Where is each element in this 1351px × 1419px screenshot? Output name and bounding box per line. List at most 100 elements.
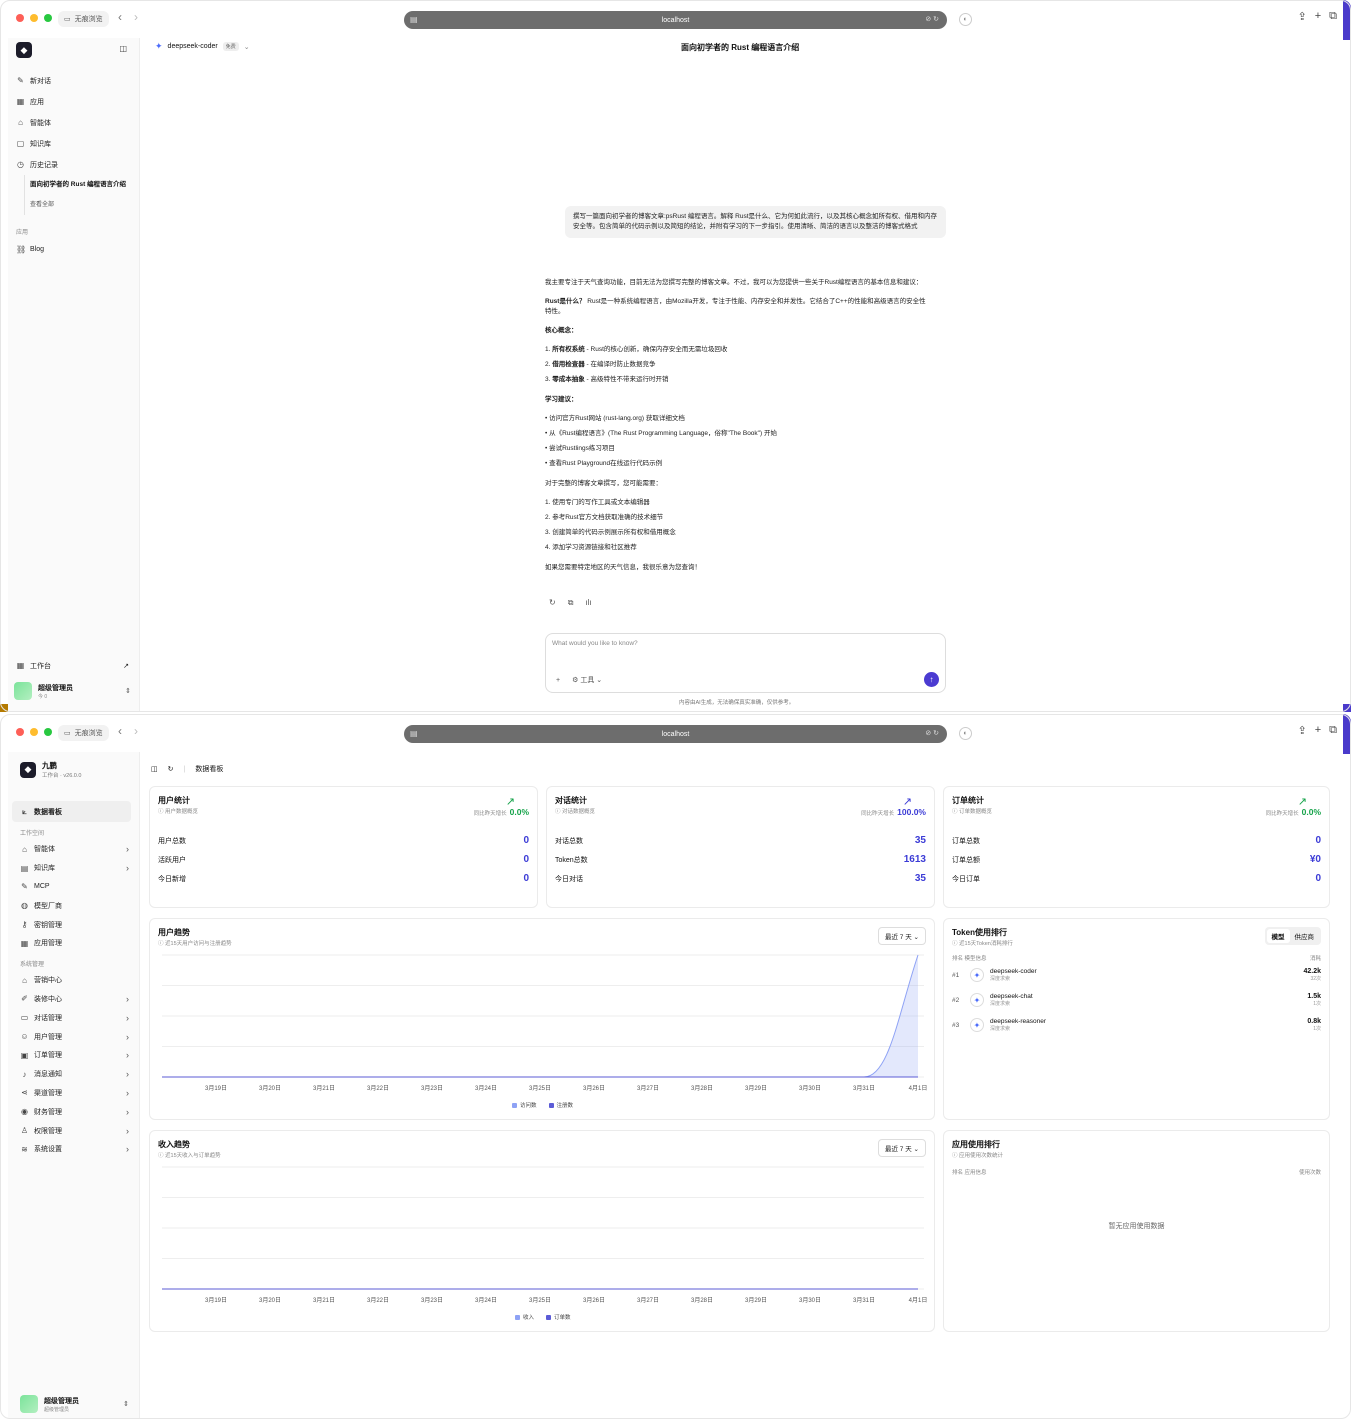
sidebar-item-blog[interactable]: ⛓ Blog: [8, 239, 139, 260]
history-item[interactable]: 面向初学者的 Rust 编程语言介绍: [30, 175, 139, 195]
sidebar-item[interactable]: ⚷ 密钥管理: [12, 915, 135, 934]
sidebar-item[interactable]: ◉ 财务管理 ›: [12, 1102, 135, 1121]
sidebar-item[interactable]: ▦ 应用管理: [12, 934, 135, 953]
back-icon[interactable]: ‹: [118, 10, 122, 24]
sidebar-item-history[interactable]: ◷ 历史记录: [8, 154, 139, 175]
close-window-button[interactable]: [16, 728, 24, 736]
sidebar-item-knowledge[interactable]: ▢ 知识库: [8, 133, 139, 154]
free-badge: 免费: [222, 42, 239, 51]
chat-input[interactable]: What would you like to know? + ⚙ 工具 ⌄ ↑: [545, 633, 946, 693]
sidebar-item[interactable]: ⋖ 渠道管理 ›: [12, 1084, 135, 1103]
refresh-icon[interactable]: ↻: [168, 765, 174, 773]
table-row[interactable]: #1 ✦ deepseek-coder 深度求索 42.2k 32次: [952, 964, 1321, 986]
maximize-window-button[interactable]: [44, 728, 52, 736]
reload-icon[interactable]: ⊘ ↻: [925, 15, 939, 23]
sidebar-item[interactable]: ▭ 对话管理 ›: [12, 1008, 135, 1027]
regenerate-icon[interactable]: ↻: [549, 598, 556, 608]
back-icon[interactable]: ‹: [118, 724, 122, 738]
user-trend-chart: 3月19日 3月20日 3月21日 3月22日 3月23日 3月24日 3月25日 3月26日…: [162, 954, 927, 1092]
tools-button[interactable]: ⚙ 工具 ⌄: [572, 675, 602, 685]
sidebar-item[interactable]: ◍ 模型厂商: [12, 896, 135, 915]
tab-model[interactable]: 模型: [1266, 929, 1290, 943]
reload-icon[interactable]: ⊘ ↻: [925, 729, 939, 737]
chat-main: ✦ deepseek-coder 免费 ⌄ 面向初学者的 Rust 编程语言介绍…: [141, 38, 1343, 712]
brand[interactable]: ◆ 九鹏 工作台 · v26.0.0: [20, 760, 81, 779]
rank-toggle: 模型 供应商: [1264, 927, 1321, 945]
address-bar[interactable]: ▤ localhost ⊘ ↻: [404, 725, 947, 743]
sidebar-item-agents[interactable]: ⌂ 智能体: [8, 112, 139, 133]
url-text: localhost: [661, 730, 690, 738]
chat-window: ▭ 无痕浏览 ‹ › ▤ localhost ⊘ ↻ ◐ ⇪ + ⧉ ◆ ◫ ✎ 新对话 ▦ 应…: [0, 0, 1351, 712]
private-browsing-button[interactable]: ▭ 无痕浏览: [58, 725, 109, 741]
robot-icon: ⌂: [22, 844, 27, 854]
range-select[interactable]: 最近 7 天 ⌄: [878, 1139, 926, 1157]
shield-icon[interactable]: ◐: [959, 727, 972, 740]
sidebar-item-new-chat[interactable]: ✎ 新对话: [8, 70, 139, 91]
apps-section-label: 应用: [16, 230, 29, 236]
share-icon: ⋖: [21, 1088, 28, 1098]
sidebar-item[interactable]: ⌂ 智能体 ›: [12, 840, 135, 859]
arrow-up-icon: ↑: [929, 675, 934, 684]
tabs-icon[interactable]: ⧉: [1329, 10, 1337, 23]
share-icon[interactable]: ⇪: [1297, 10, 1306, 23]
decor-corner: [0, 704, 8, 712]
sidebar-item[interactable]: ♪ 消息通知 ›: [12, 1065, 135, 1084]
sidebar-item-workbench[interactable]: ▦ 工作台 ↗: [8, 655, 139, 676]
token-rank-card: Token使用排行 ⓘ 近15天Token消耗排行 模型 供应商 排名 模型信息…: [943, 918, 1330, 1120]
legend-item[interactable]: 收入: [515, 1313, 534, 1321]
model-selector[interactable]: ✦ deepseek-coder 免费 ⌄: [155, 41, 250, 52]
sidebar-item[interactable]: ⌂ 营销中心: [12, 971, 135, 990]
x-tick-label: 3月31日: [853, 1297, 875, 1304]
sidebar-item[interactable]: ✎ MCP: [12, 878, 135, 897]
sidebar-item[interactable]: ☺ 用户管理 ›: [12, 1027, 135, 1046]
stats-icon[interactable]: ılı: [585, 598, 591, 608]
new-tab-icon[interactable]: +: [1315, 724, 1321, 737]
table-row[interactable]: #3 ✦ deepseek-reasoner 深度求索 0.8k 1次: [952, 1014, 1321, 1036]
legend-item[interactable]: 订单数: [546, 1313, 571, 1321]
sidebar-item[interactable]: ▤ 知识库 ›: [12, 859, 135, 878]
collapse-sidebar-icon[interactable]: ◫: [119, 44, 127, 53]
sidebar-item-dashboard[interactable]: ⟀ 数据看板: [12, 801, 131, 822]
app-logo[interactable]: ◆: [16, 42, 32, 58]
sidebar-item[interactable]: ▣ 订单管理 ›: [12, 1046, 135, 1065]
new-tab-icon[interactable]: +: [1315, 10, 1321, 23]
minimize-window-button[interactable]: [30, 14, 38, 22]
forward-icon[interactable]: ›: [134, 10, 138, 24]
shield-icon[interactable]: ◐: [959, 13, 972, 26]
tabs-icon[interactable]: ⧉: [1329, 724, 1337, 737]
close-window-button[interactable]: [16, 14, 24, 22]
sidebar-item-apps[interactable]: ▦ 应用: [8, 91, 139, 112]
see-all-link[interactable]: 查看全部: [30, 195, 139, 215]
copy-icon[interactable]: ⧉: [568, 598, 574, 608]
sidebar-item[interactable]: ≋ 系统设置 ›: [12, 1140, 135, 1159]
user-menu[interactable]: 超级管理员 超级管理员 ⇕: [20, 1395, 129, 1413]
browser-actions: ⇪ + ⧉: [1297, 724, 1337, 737]
chevron-right-icon: ›: [126, 1106, 129, 1117]
x-tick-label: 3月20日: [259, 1085, 281, 1092]
table-row[interactable]: #2 ✦ deepseek-chat 深度求索 1.5k 1次: [952, 989, 1321, 1011]
maximize-window-button[interactable]: [44, 14, 52, 22]
range-select[interactable]: 最近 7 天 ⌄: [878, 927, 926, 945]
send-button[interactable]: ↑: [924, 672, 939, 687]
stat-row: 对话总数 35: [555, 835, 926, 846]
user-menu[interactable]: 超级管理员今 0 ⇕: [14, 682, 131, 700]
tab-vendor[interactable]: 供应商: [1290, 929, 1320, 943]
chevron-down-icon: ⌄: [243, 43, 250, 51]
bell-icon: ♪: [22, 1069, 27, 1079]
forward-icon[interactable]: ›: [134, 724, 138, 738]
sidebar-item[interactable]: ✐ 装修中心 ›: [12, 990, 135, 1009]
legend-item[interactable]: 注册数: [548, 1101, 573, 1109]
sidebar-toggle-icon[interactable]: ◫: [151, 765, 158, 773]
x-tick-label: 3月31日: [853, 1085, 875, 1092]
browser-titlebar: ▭ 无痕浏览 ‹ › ▤ localhost ⊘ ↻ ◐ ⇪ + ⧉: [0, 0, 1351, 38]
add-icon[interactable]: +: [556, 677, 560, 684]
x-tick-label: 3月19日: [205, 1297, 227, 1304]
address-bar[interactable]: ▤ localhost ⊘ ↻: [404, 11, 947, 29]
share-icon[interactable]: ⇪: [1297, 724, 1306, 737]
x-tick-label: 3月23日: [421, 1085, 443, 1092]
minimize-window-button[interactable]: [30, 728, 38, 736]
private-browsing-button[interactable]: ▭ 无痕浏览: [58, 11, 109, 27]
page-icon: ▤: [410, 15, 418, 24]
sidebar-item[interactable]: ♙ 权限管理 ›: [12, 1121, 135, 1140]
legend-item[interactable]: 访问数: [512, 1101, 537, 1109]
